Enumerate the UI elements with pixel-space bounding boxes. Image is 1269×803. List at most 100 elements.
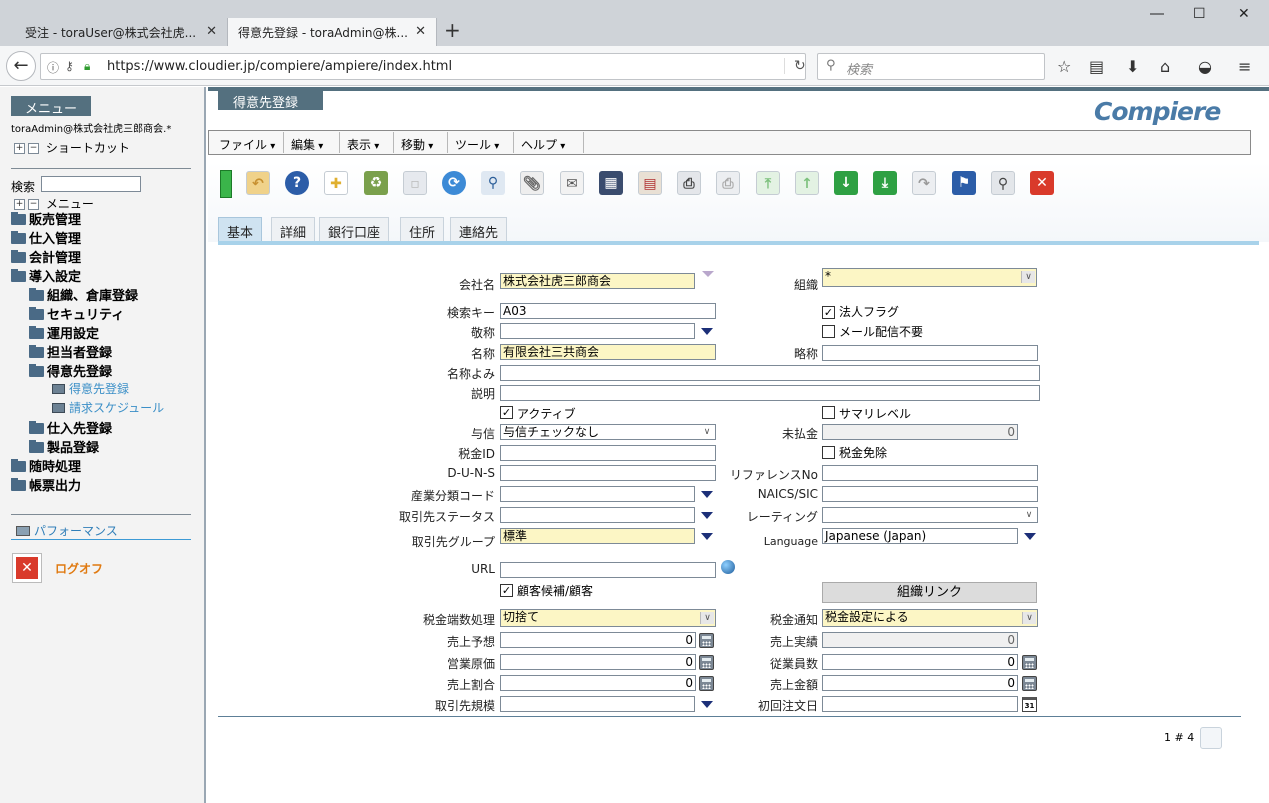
home-icon[interactable]: ⌂ (1160, 57, 1170, 76)
last-record-icon[interactable]: ⤓ (869, 166, 901, 200)
reader-view-icon[interactable]: ▤ (1089, 57, 1104, 76)
form-tab-3[interactable]: 住所 (400, 217, 445, 241)
menu-folder[interactable]: セキュリティ (29, 304, 124, 323)
browser-tab-orders[interactable]: 受注 - toraUser@株式会社虎... ✕ (0, 18, 227, 46)
bp-group-field[interactable]: 標準 (500, 528, 695, 544)
operating-cost-field[interactable]: 0 (500, 654, 696, 670)
new-record-icon[interactable]: ✚ (320, 166, 352, 200)
report-icon[interactable]: ▤ (634, 166, 666, 200)
window-close-icon[interactable]: ✕ (1238, 6, 1250, 22)
print-preview-icon[interactable]: ⎙ (673, 166, 705, 200)
naics-field[interactable] (822, 486, 1038, 502)
menu-folder[interactable]: 仕入管理 (11, 228, 81, 247)
info-icon[interactable]: ⓘ (47, 59, 59, 76)
hamburger-menu-icon[interactable]: ≡ (1238, 57, 1251, 76)
menu-folder[interactable]: 得意先登録 (29, 361, 112, 380)
chat-icon[interactable]: ✉ (556, 166, 588, 200)
menu-folder[interactable]: 販売管理 (11, 209, 81, 228)
calculator-icon[interactable] (699, 633, 714, 648)
active-checkbox[interactable]: ✓ (500, 406, 513, 419)
maximize-icon[interactable]: ☐ (1193, 6, 1206, 22)
logoff-label[interactable]: ログオフ (55, 560, 103, 577)
name-kana-field[interactable] (500, 365, 1040, 381)
industry-code-field[interactable] (500, 486, 695, 502)
find-icon[interactable]: ⚲ (477, 166, 509, 200)
menu-2[interactable]: 表示 ▾ (347, 136, 379, 152)
new-tab-icon[interactable]: + (444, 18, 461, 42)
title-field[interactable] (500, 323, 695, 339)
dropdown-arrow-icon[interactable] (701, 512, 713, 519)
menu-folder[interactable]: 随時処理 (11, 456, 81, 475)
tax-exempt-checkbox[interactable] (822, 446, 835, 459)
attachment-icon[interactable]: 📎︎ (516, 166, 548, 200)
menu-search-input[interactable] (41, 176, 141, 192)
menu-3[interactable]: 移動 ▾ (401, 136, 433, 152)
close-window-icon[interactable]: ✕ (1026, 166, 1058, 200)
dropdown-arrow-icon[interactable] (701, 533, 713, 540)
tax-rounding-select[interactable]: 切捨て ∨ (500, 609, 716, 627)
browser-search-box[interactable]: ⚲ 検索 (817, 53, 1045, 80)
rating-select[interactable]: ∨ (822, 507, 1038, 523)
tax-notice-select[interactable]: 税金設定による ∨ (822, 609, 1038, 627)
menu-folder[interactable]: 担当者登録 (29, 342, 112, 361)
calculator-icon[interactable] (699, 655, 714, 670)
name-field[interactable]: 有限会社三共商会 (500, 344, 716, 360)
duns-field[interactable] (500, 465, 716, 481)
zoom-across-icon[interactable]: ↷ (908, 166, 940, 200)
menu-5[interactable]: ヘルプ ▾ (521, 136, 565, 152)
print-icon[interactable]: ⎙ (712, 166, 744, 200)
url-field[interactable] (500, 562, 716, 578)
menu-folder[interactable]: 製品登録 (29, 437, 99, 456)
no-mail-checkbox[interactable] (822, 325, 835, 338)
employees-field[interactable]: 0 (822, 654, 1018, 670)
browser-tab-customer-registration[interactable]: 得意先登録 - toraAdmin@株... ✕ (227, 18, 437, 46)
calculator-icon[interactable] (1022, 676, 1037, 691)
next-record-icon[interactable]: ↓ (830, 166, 862, 200)
menu-folder[interactable]: 導入設定 (11, 266, 81, 285)
company-dropdown-icon[interactable] (702, 271, 714, 277)
product-info-icon[interactable]: ⚲ (987, 166, 1019, 200)
menu-folder[interactable]: 会計管理 (11, 247, 81, 266)
calculator-icon[interactable] (699, 676, 714, 691)
menu-folder[interactable]: 帳票出力 (11, 475, 81, 494)
sales-share-field[interactable]: 0 (500, 675, 696, 691)
save-status-icon[interactable] (1200, 727, 1222, 749)
form-tab-1[interactable]: 詳細 (271, 217, 316, 241)
short-name-field[interactable] (822, 345, 1038, 361)
menu-folder[interactable]: 組織、倉庫登録 (29, 285, 138, 304)
close-icon[interactable]: ✕ (415, 24, 426, 39)
download-icon[interactable]: ⬇ (1126, 57, 1139, 76)
dropdown-arrow-icon[interactable] (701, 701, 713, 708)
menu-4[interactable]: ツール ▾ (455, 136, 499, 152)
performance-link[interactable]: パフォーマンス (16, 522, 118, 539)
expand-icon[interactable]: + (14, 143, 25, 154)
save-icon[interactable]: ▫ (399, 166, 431, 200)
previous-record-icon[interactable]: ↑ (791, 166, 823, 200)
first-order-date-field[interactable] (822, 696, 1018, 712)
calendar-icon[interactable]: 31 (1022, 697, 1037, 712)
bookmark-star-icon[interactable]: ☆ (1057, 57, 1071, 76)
prospect-checkbox[interactable]: ✓ (500, 584, 513, 597)
undo-icon[interactable]: ↶ (242, 166, 274, 200)
address-bar[interactable]: ⓘ ⚷ 🔒︎ https://www.cloudier.jp/compiere/… (40, 53, 806, 80)
logoff-button[interactable]: ✕ (12, 553, 42, 583)
delete-icon[interactable]: ♻ (360, 166, 392, 200)
menu-0[interactable]: ファイル ▾ (219, 136, 275, 152)
reload-icon[interactable]: ↻ (784, 58, 806, 74)
menu-folder[interactable]: 運用設定 (29, 323, 99, 342)
help-icon[interactable]: ? (281, 166, 313, 200)
shortcut-node[interactable]: + − ショートカット (14, 139, 130, 156)
pocket-icon[interactable]: ◒ (1198, 57, 1212, 76)
refresh-icon[interactable]: ⟳ (438, 166, 470, 200)
form-tab-0[interactable]: 基本 (218, 217, 263, 241)
menu-window-item[interactable]: 請求スケジュール (52, 399, 164, 416)
close-icon[interactable]: ✕ (206, 24, 217, 39)
tax-id-field[interactable] (500, 445, 716, 461)
dropdown-arrow-icon[interactable] (701, 491, 713, 498)
search-key-field[interactable]: A03 (500, 303, 716, 319)
reference-no-field[interactable] (822, 465, 1038, 481)
dropdown-arrow-icon[interactable] (1024, 533, 1036, 540)
form-tab-2[interactable]: 銀行口座 (319, 217, 390, 241)
navigation-toggle-icon[interactable] (220, 170, 232, 198)
dropdown-arrow-icon[interactable] (701, 328, 713, 335)
